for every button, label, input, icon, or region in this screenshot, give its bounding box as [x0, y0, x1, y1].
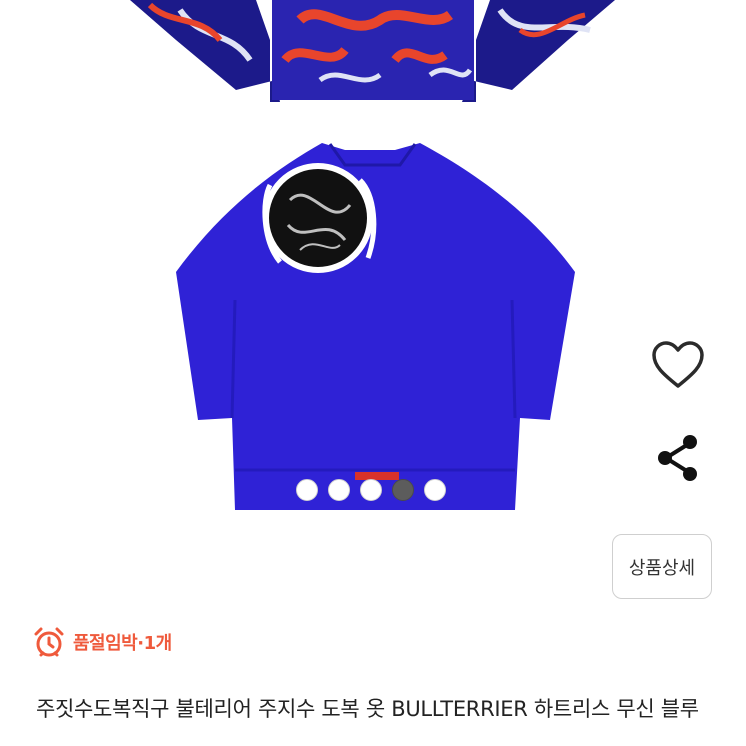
- stock-badge: 품절임박·1개: [33, 626, 172, 658]
- heart-outline-icon: [652, 341, 704, 388]
- pagination-dot[interactable]: [328, 479, 350, 501]
- share-button[interactable]: [650, 430, 706, 486]
- pagination-dot[interactable]: [296, 479, 318, 501]
- alarm-clock-icon: [34, 627, 64, 657]
- pagination-dot-active[interactable]: [392, 479, 414, 501]
- product-detail-button[interactable]: 상품상세: [612, 534, 712, 599]
- wishlist-button[interactable]: [648, 337, 708, 393]
- image-pagination: [296, 479, 446, 503]
- pagination-dot[interactable]: [360, 479, 382, 501]
- product-image-gallery[interactable]: [0, 0, 746, 610]
- gi-back-image: [176, 143, 575, 510]
- product-title: 주짓수도복직구 불테리어 주지수 도복 옷 BULLTERRIER 하트리스 무…: [36, 697, 699, 721]
- gi-top-image: [130, 0, 615, 102]
- stock-status-text: 품절임박·1개: [73, 633, 172, 654]
- pagination-dot[interactable]: [424, 479, 446, 501]
- share-icon: [658, 435, 697, 481]
- product-photo: [130, 0, 615, 510]
